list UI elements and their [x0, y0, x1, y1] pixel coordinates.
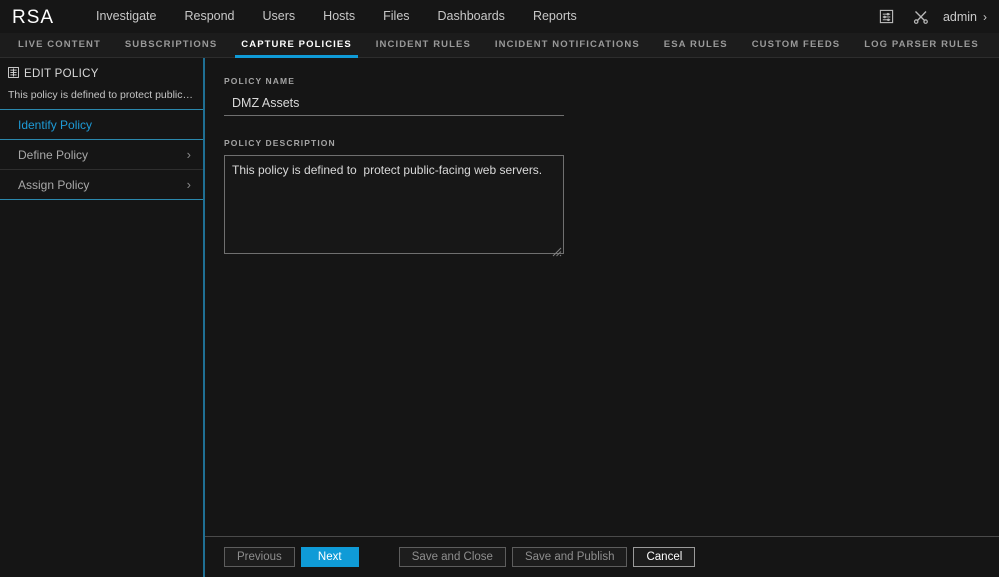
topnav-item-respond[interactable]: Respond — [170, 0, 248, 33]
topnav-item-files[interactable]: Files — [369, 0, 423, 33]
policy-summary-text: This policy is defined to protect public… — [8, 89, 195, 101]
subnav-item-log-parser-rules[interactable]: LOG PARSER RULES — [852, 33, 991, 57]
footer-button-row: Previous Next Save and Close Save and Pu… — [224, 547, 999, 567]
subnav-item-incident-rules[interactable]: INCIDENT RULES — [364, 33, 483, 57]
sidebar-step-define-policy[interactable]: Define Policy › — [0, 140, 203, 170]
policy-description-wrapper — [224, 155, 564, 259]
cancel-button[interactable]: Cancel — [633, 547, 695, 567]
next-button[interactable]: Next — [301, 547, 359, 567]
policy-wizard-sidebar: EDIT POLICY This policy is defined to pr… — [0, 58, 205, 577]
page-title: EDIT POLICY — [8, 67, 195, 81]
save-and-publish-button[interactable]: Save and Publish — [512, 547, 628, 567]
policy-description-label: POLICY DESCRIPTION — [224, 138, 999, 148]
subnav-item-incident-notifications[interactable]: INCIDENT NOTIFICATIONS — [483, 33, 652, 57]
rsa-logo-text: RSA — [12, 7, 54, 28]
identify-policy-form: POLICY NAME POLICY DESCRIPTION — [205, 58, 999, 536]
user-menu[interactable]: admin › — [943, 10, 991, 24]
tools-icon[interactable] — [909, 5, 933, 29]
chevron-right-icon: › — [187, 148, 191, 161]
policy-name-input[interactable] — [224, 93, 564, 116]
policy-name-field-group: POLICY NAME — [224, 76, 999, 116]
top-navigation-items: Investigate Respond Users Hosts Files Da… — [82, 0, 591, 33]
configure-panel-icon[interactable] — [875, 5, 899, 29]
chevron-right-icon: › — [983, 10, 987, 24]
topnav-item-reports[interactable]: Reports — [519, 0, 591, 33]
workspace: EDIT POLICY This policy is defined to pr… — [0, 58, 999, 577]
form-footer: Previous Next Save and Close Save and Pu… — [205, 536, 999, 577]
sidebar-step-label: Define Policy — [18, 148, 88, 162]
policy-form-panel: POLICY NAME POLICY DESCRIPTION Previous — [205, 58, 999, 577]
subnav-item-capture-policies[interactable]: CAPTURE POLICIES — [229, 33, 364, 57]
policy-description-field-group: POLICY DESCRIPTION — [224, 138, 999, 259]
rsa-logo[interactable]: RSA — [0, 6, 82, 28]
sidebar-step-label: Assign Policy — [18, 178, 89, 192]
sidebar-step-assign-policy[interactable]: Assign Policy › — [0, 170, 203, 200]
policy-document-icon — [8, 67, 19, 81]
top-navigation-actions: admin › — [875, 0, 991, 33]
save-and-close-button[interactable]: Save and Close — [399, 547, 506, 567]
page-title-text: EDIT POLICY — [24, 68, 99, 80]
topnav-item-users[interactable]: Users — [249, 0, 310, 33]
subnav-item-subscriptions[interactable]: SUBSCRIPTIONS — [113, 33, 229, 57]
previous-button[interactable]: Previous — [224, 547, 295, 567]
sidebar-step-label: Identify Policy — [18, 118, 92, 132]
chevron-right-icon: › — [187, 178, 191, 191]
topnav-item-hosts[interactable]: Hosts — [309, 0, 369, 33]
top-navigation-bar: RSA Investigate Respond Users Hosts File… — [0, 0, 999, 33]
subnav-item-custom-feeds[interactable]: CUSTOM FEEDS — [740, 33, 853, 57]
subnav-item-esa-rules[interactable]: ESA RULES — [652, 33, 740, 57]
user-menu-label: admin — [943, 10, 977, 24]
policy-name-label: POLICY NAME — [224, 76, 999, 86]
topnav-item-dashboards[interactable]: Dashboards — [424, 0, 519, 33]
sidebar-header: EDIT POLICY This policy is defined to pr… — [0, 58, 203, 110]
policy-description-textarea[interactable] — [224, 155, 564, 254]
subnav-item-live-content[interactable]: LIVE CONTENT — [6, 33, 113, 57]
sub-navigation-bar: LIVE CONTENT SUBSCRIPTIONS CAPTURE POLIC… — [0, 33, 999, 58]
sidebar-step-identify-policy[interactable]: Identify Policy — [0, 110, 203, 140]
topnav-item-investigate[interactable]: Investigate — [82, 0, 170, 33]
